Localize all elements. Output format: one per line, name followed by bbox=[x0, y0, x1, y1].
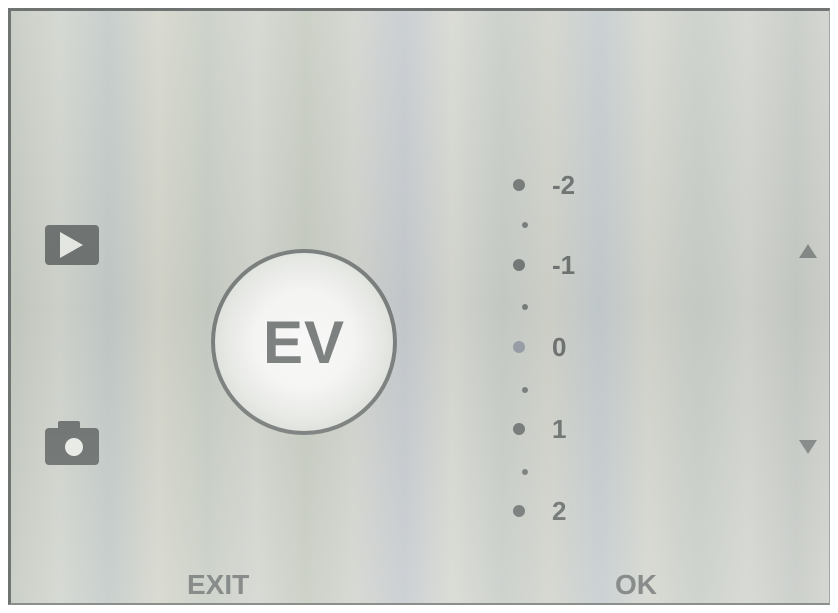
ev-option-dot bbox=[513, 259, 525, 271]
camera-icon bbox=[45, 421, 99, 465]
ev-scale-tick bbox=[522, 387, 528, 393]
ev-option-label: 2 bbox=[552, 496, 567, 526]
ev-option-dot bbox=[513, 505, 525, 517]
playback-button[interactable] bbox=[43, 223, 101, 267]
ev-scale-tick bbox=[522, 469, 528, 475]
exit-button[interactable]: EXIT bbox=[187, 569, 249, 601]
ev-option-label: -2 bbox=[552, 170, 576, 200]
ev-scale[interactable]: -2 -1 0 1 2 bbox=[507, 165, 627, 526]
ev-badge: EV bbox=[211, 249, 397, 435]
ev-option-label: 1 bbox=[552, 414, 567, 444]
ev-option-minus-2[interactable]: -2 bbox=[507, 169, 627, 200]
capture-mode-button[interactable] bbox=[43, 419, 101, 465]
scroll-down-button[interactable] bbox=[797, 437, 819, 457]
play-icon bbox=[45, 225, 99, 265]
ev-label: EV bbox=[262, 308, 346, 376]
ok-button[interactable]: OK bbox=[615, 569, 657, 601]
ev-option-1[interactable]: 1 bbox=[507, 413, 627, 444]
ev-option-label: 0 bbox=[552, 332, 567, 362]
arrow-down-icon bbox=[799, 440, 817, 454]
ev-option-dot bbox=[513, 341, 525, 353]
ev-option-dot bbox=[513, 179, 525, 191]
ev-option-label: -1 bbox=[552, 250, 576, 280]
ev-scale-tick bbox=[522, 304, 528, 310]
ev-option-dot bbox=[513, 423, 525, 435]
arrow-up-icon bbox=[799, 244, 817, 258]
ev-scale-tick bbox=[522, 222, 528, 228]
ev-option-2[interactable]: 2 bbox=[507, 495, 627, 526]
ev-option-minus-1[interactable]: -1 bbox=[507, 249, 627, 280]
camera-lcd-screen: EV -2 -1 0 1 2 EXIT OK bbox=[8, 8, 830, 605]
scroll-up-button[interactable] bbox=[797, 241, 819, 261]
ev-option-0[interactable]: 0 bbox=[507, 331, 627, 362]
